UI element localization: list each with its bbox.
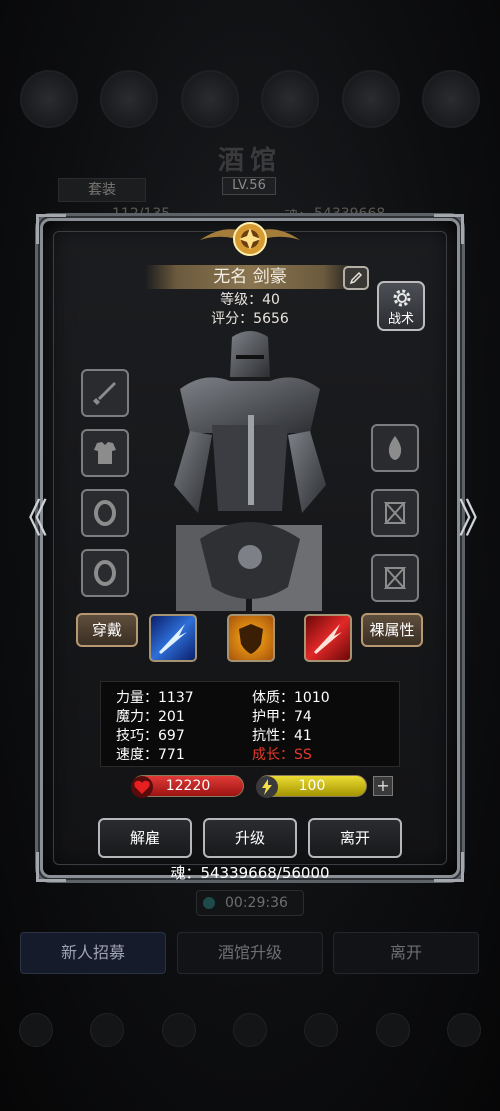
bottom-nav	[0, 990, 500, 1070]
leave-button[interactable]: 离开	[308, 818, 402, 858]
nav-icon	[161, 1013, 196, 1047]
tavern-level-badge: LV.56	[222, 177, 276, 195]
ring-slot-1[interactable]	[81, 489, 129, 537]
bg-icon	[20, 70, 78, 128]
nav-icon	[90, 1013, 125, 1047]
lightning-icon	[256, 776, 278, 798]
upgrade-button[interactable]: 升级	[203, 818, 297, 858]
lightning-slash-icon	[159, 624, 187, 654]
hourglass-icon	[383, 502, 407, 524]
weapon-slot[interactable]	[81, 369, 129, 417]
stat-growth: 成长：SS	[252, 747, 312, 763]
red-slash-icon	[314, 624, 342, 654]
dismiss-button[interactable]: 解雇	[98, 818, 192, 858]
hero-portrait	[174, 331, 326, 611]
skill-1[interactable]	[149, 614, 197, 662]
skill-2[interactable]	[227, 614, 275, 662]
locked-slot-1[interactable]	[371, 489, 419, 537]
stat-magic: 魔力：201	[116, 709, 185, 725]
tactics-button[interactable]: 战术	[377, 281, 425, 331]
prev-hero-button[interactable]: 《	[8, 486, 48, 544]
nav-icon	[447, 1013, 482, 1047]
locked-slot-2[interactable]	[371, 554, 419, 602]
timer-text: 00:29:36	[225, 895, 288, 911]
tactics-label: 战术	[387, 312, 414, 327]
ring-icon	[94, 560, 116, 586]
bg-icon	[261, 70, 320, 128]
bg-icon	[341, 70, 400, 128]
flame-icon	[388, 436, 402, 460]
stat-speed: 速度：771	[116, 747, 185, 763]
hero-level: 等级：40	[220, 292, 280, 308]
bg-icon	[421, 70, 480, 128]
armor-icon	[94, 442, 116, 464]
stat-strength: 力量：1137	[116, 690, 194, 706]
hero-name: 无名 剑豪	[145, 265, 355, 289]
ring-icon	[94, 500, 116, 526]
talisman-slot[interactable]	[371, 424, 419, 472]
rank-crest-icon	[200, 222, 300, 256]
ring-slot-2[interactable]	[81, 549, 129, 597]
background-top-icons	[20, 70, 480, 130]
nav-icon	[232, 1013, 267, 1047]
hourglass-icon	[383, 567, 407, 589]
recruit-timer: 00:29:36	[196, 890, 304, 916]
nav-icon	[18, 1013, 53, 1047]
bg-icon	[180, 70, 239, 128]
shield-icon	[239, 624, 263, 654]
skill-3[interactable]	[304, 614, 352, 662]
stat-constitution: 体质：1010	[252, 690, 330, 706]
new-recruit-button[interactable]: 新人招募	[20, 932, 166, 974]
bg-icon	[100, 70, 159, 128]
nav-icon	[375, 1013, 410, 1047]
gear-icon	[393, 289, 411, 307]
stat-resistance: 抗性：41	[252, 728, 312, 744]
tavern-upgrade-button[interactable]: 酒馆升级	[177, 932, 323, 974]
stat-armor: 护甲：74	[252, 709, 312, 725]
timer-icon	[203, 897, 215, 909]
stat-skill: 技巧：697	[116, 728, 185, 744]
nav-icon	[304, 1013, 339, 1047]
pencil-icon	[349, 271, 363, 285]
armor-slot[interactable]	[81, 429, 129, 477]
tavern-title: 酒馆	[217, 146, 282, 176]
naked-attributes-button[interactable]: 裸属性	[361, 613, 423, 647]
suit-tab: 套装	[58, 178, 146, 202]
tavern-leave-button[interactable]: 离开	[333, 932, 479, 974]
frame-corner	[434, 214, 464, 244]
heart-icon	[131, 776, 153, 798]
add-energy-button[interactable]: +	[373, 776, 393, 796]
frame-corner	[36, 214, 66, 244]
soul-counter: 魂：54339668/56000	[170, 864, 330, 882]
next-hero-button[interactable]: 》	[458, 486, 498, 544]
rename-button[interactable]	[343, 266, 369, 290]
wear-button[interactable]: 穿戴	[76, 613, 138, 647]
sword-icon	[93, 382, 116, 405]
